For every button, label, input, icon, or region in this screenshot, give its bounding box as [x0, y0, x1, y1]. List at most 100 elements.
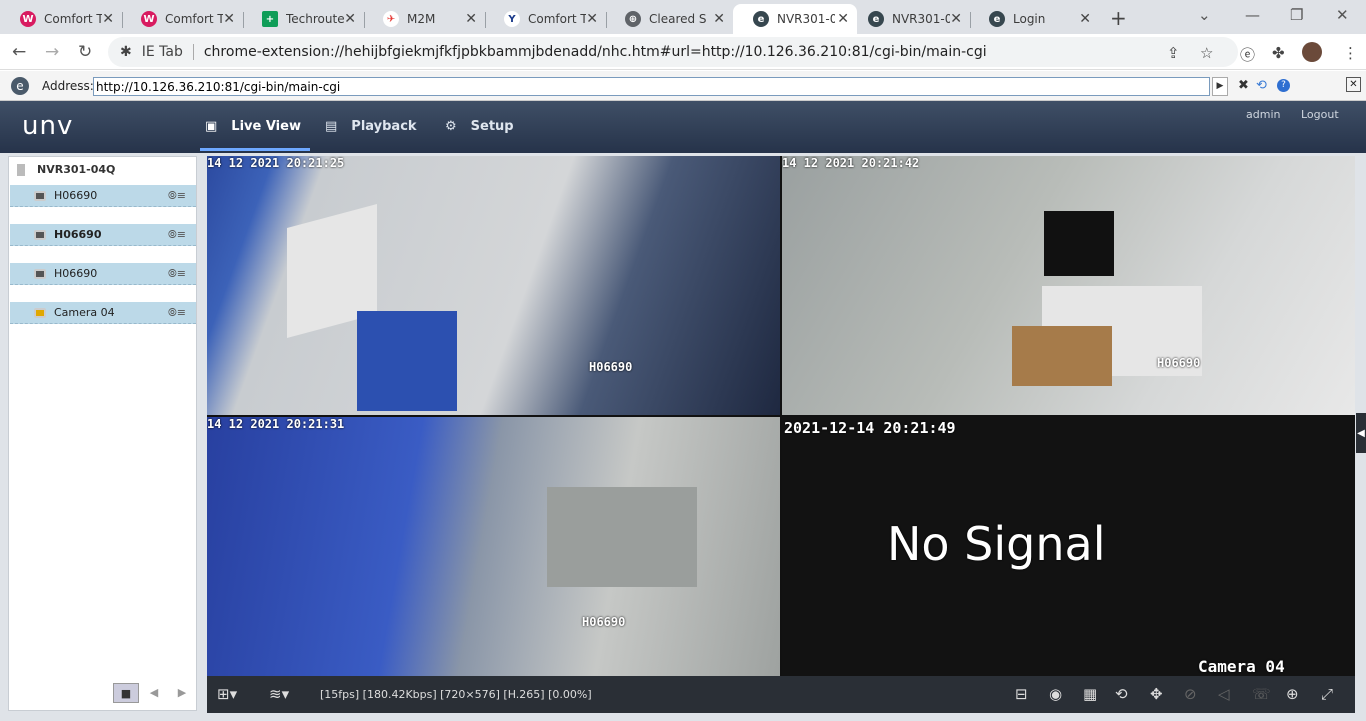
- ptz-icon[interactable]: ⟲: [1115, 685, 1128, 703]
- tools-icon[interactable]: ✖: [1238, 78, 1249, 93]
- tree-controls: ■ ◀ ▶: [113, 683, 197, 703]
- menu-live-view[interactable]: ▣ Live View: [205, 119, 301, 134]
- camera-name: H06690: [54, 189, 98, 202]
- avatar[interactable]: [1302, 42, 1322, 62]
- scene-boards: [547, 487, 697, 587]
- tab-favicon-icon: ⊕: [625, 11, 641, 27]
- tab-title: NVR301-0: [892, 12, 950, 26]
- omnibox[interactable]: ✱ IE Tab chrome-extension://hehijbfgiekm…: [108, 37, 1238, 67]
- close-icon[interactable]: ✕: [465, 11, 477, 27]
- camera-item[interactable]: H06690 ⦾≡: [10, 185, 196, 207]
- tab-title: Comfort Te: [528, 12, 586, 26]
- browser-tab[interactable]: W Comfort Te ✕: [121, 4, 244, 34]
- help-icon[interactable]: ?: [1277, 79, 1290, 92]
- forward-icon[interactable]: →: [45, 42, 59, 62]
- camera-settings-icon[interactable]: ⦾≡: [168, 267, 186, 281]
- camera-name: H06690: [54, 228, 102, 241]
- close-icon[interactable]: ✕: [950, 11, 962, 27]
- scene-mat: [357, 311, 457, 411]
- menu-label: Playback: [351, 119, 417, 134]
- tab-title: NVR301-0: [777, 12, 835, 26]
- restore-icon[interactable]: ❐: [1290, 6, 1303, 24]
- record-icon[interactable]: ▦: [1083, 685, 1097, 703]
- browser-tab[interactable]: ⊕ Cleared Se ✕: [605, 4, 733, 34]
- browser-tab-active[interactable]: e NVR301-0 ✕: [733, 4, 857, 34]
- logout-link[interactable]: Logout: [1301, 108, 1339, 121]
- menu-setup[interactable]: ⚙ Setup: [445, 119, 514, 134]
- video-pane-4[interactable]: 2021-12-14 20:21:49 No Signal Camera 04: [782, 417, 1355, 676]
- tab-title: Techroutel: [286, 12, 344, 26]
- tab-favicon-icon: e: [753, 11, 769, 27]
- camera-item[interactable]: H06690 ⦾≡: [10, 224, 196, 246]
- tab-title: Login: [1013, 12, 1046, 26]
- close-icon[interactable]: ✕: [713, 11, 725, 27]
- monitor-icon: ▣: [205, 119, 218, 134]
- main-content: NVR301-04Q H06690 ⦾≡ H06690 ⦾≡ H06690 ⦾≡…: [0, 153, 1366, 721]
- sync-icon[interactable]: ⟲: [1256, 78, 1267, 93]
- tab-favicon-icon: W: [20, 11, 36, 27]
- new-tab-button[interactable]: +: [1110, 6, 1127, 30]
- fullscreen-icon[interactable]: ⤢: [1321, 685, 1333, 703]
- browser-tab[interactable]: + Techroutel ✕: [242, 4, 365, 34]
- share-icon[interactable]: ⇪: [1167, 44, 1180, 62]
- stream-info: [15fps] [180.42Kbps] [720×576] [H.265] […: [320, 688, 592, 701]
- nvr-node[interactable]: NVR301-04Q: [17, 163, 115, 176]
- scene-ups: [1044, 211, 1114, 276]
- browser-tab[interactable]: ✈ M2M ✕: [363, 4, 486, 34]
- panel-toggle-icon[interactable]: ◀: [1356, 413, 1366, 453]
- prev-page-icon[interactable]: ◀: [141, 683, 167, 703]
- menu-playback[interactable]: ▤ Playback: [325, 119, 417, 134]
- address-input[interactable]: [93, 77, 1210, 96]
- video-pane-2[interactable]: 14 12 2021 20:21:42 H06690: [782, 156, 1355, 415]
- menu-icon[interactable]: ⋮: [1343, 44, 1358, 62]
- close-icon[interactable]: ✕: [344, 11, 356, 27]
- camera-settings-icon[interactable]: ⦾≡: [168, 228, 186, 242]
- close-icon[interactable]: ✕: [102, 11, 114, 27]
- camera-icon: [34, 190, 46, 201]
- camera-warning-icon: [34, 307, 46, 318]
- browser-tab[interactable]: W Comfort Te ✕: [0, 4, 123, 34]
- film-icon: ▤: [325, 119, 338, 134]
- browser-tab[interactable]: e Login ✕: [969, 4, 1099, 34]
- window-icon[interactable]: ⊟: [1015, 685, 1028, 703]
- minimize-icon[interactable]: —: [1245, 6, 1260, 24]
- stream-type-icon[interactable]: ≋▾: [269, 685, 289, 703]
- tab-favicon-icon: e: [989, 11, 1005, 27]
- digital-zoom-icon[interactable]: ⊕: [1286, 685, 1299, 703]
- camera-settings-icon[interactable]: ⦾≡: [168, 306, 186, 320]
- app-header: unv ▣ Live View ▤ Playback ⚙ Setup admin…: [0, 101, 1366, 153]
- layout-grid-icon[interactable]: ⊞▾: [217, 685, 237, 703]
- close-ie-tab-icon[interactable]: ✕: [1346, 77, 1361, 92]
- reload-icon[interactable]: ↻: [78, 42, 92, 62]
- talk-icon[interactable]: ☏: [1252, 685, 1271, 703]
- snapshot-icon[interactable]: ◉: [1049, 685, 1062, 703]
- star-icon[interactable]: ☆: [1200, 44, 1213, 62]
- camera-item[interactable]: H06690 ⦾≡: [10, 263, 196, 285]
- close-icon[interactable]: ✕: [1079, 11, 1091, 27]
- close-window-icon[interactable]: ✕: [1336, 6, 1349, 24]
- close-icon[interactable]: ✕: [586, 11, 598, 27]
- go-button[interactable]: ▶: [1212, 77, 1228, 96]
- back-icon[interactable]: ←: [12, 42, 26, 62]
- puzzle-icon[interactable]: ✤: [1272, 44, 1285, 62]
- close-icon[interactable]: ✕: [223, 11, 235, 27]
- browser-tab[interactable]: Y Comfort Te ✕: [484, 4, 607, 34]
- tab-search-icon[interactable]: ⌄: [1198, 6, 1211, 24]
- tab-title: Comfort Te: [44, 12, 102, 26]
- camera-settings-icon[interactable]: ⦾≡: [168, 189, 186, 203]
- video-pane-3[interactable]: 14 12 2021 20:21:31 H06690: [207, 417, 780, 676]
- browser-tab[interactable]: e NVR301-0 ✕: [848, 4, 971, 34]
- address-label: Address:: [42, 79, 94, 93]
- ie-icon: e: [11, 77, 29, 95]
- zoom-icon[interactable]: ⊘: [1184, 685, 1197, 703]
- tab-favicon-icon: +: [262, 11, 278, 27]
- url-text[interactable]: chrome-extension://hehijbfgiekmjfkfjpbkb…: [204, 44, 987, 60]
- ie-tab-extension-icon[interactable]: ⓔ: [1240, 44, 1255, 65]
- direction-icon[interactable]: ✥: [1150, 685, 1163, 703]
- camera-icon: [34, 268, 46, 279]
- next-page-icon[interactable]: ▶: [169, 683, 195, 703]
- camera-item[interactable]: Camera 04 ⦾≡: [10, 302, 196, 324]
- video-pane-1[interactable]: 14 12 2021 20:21:25 H06690: [207, 156, 780, 415]
- audio-icon[interactable]: ◁: [1218, 685, 1230, 703]
- stop-all-icon[interactable]: ■: [113, 683, 139, 703]
